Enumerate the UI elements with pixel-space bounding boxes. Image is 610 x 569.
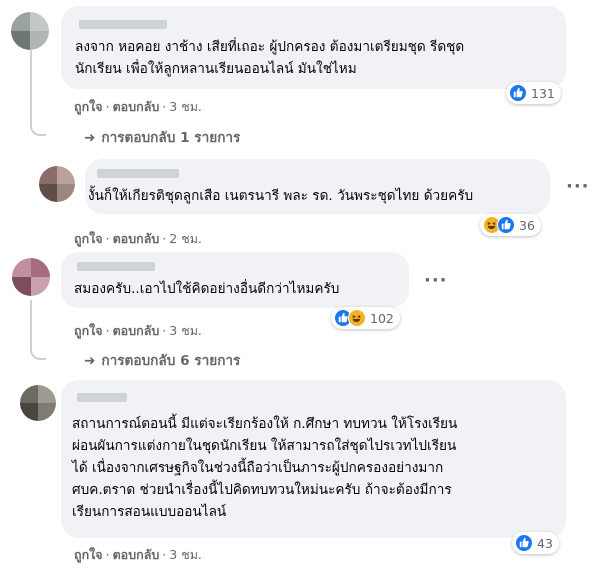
comment-bubble: สถานการณ์ตอนนี้ มีแต่จะเรียกร้องให้ ก.ศึ… xyxy=(61,380,566,538)
comment-bubble: ลงจาก หอคอย งาช้าง เสียที่เถอะ ผู้ปกครอง… xyxy=(61,6,566,89)
comment-actions: ถูกใจ · ตอบกลับ · 3 ชม. xyxy=(74,323,202,338)
like-link[interactable]: ถูกใจ xyxy=(74,323,103,338)
reaction-summary[interactable]: 36 xyxy=(480,214,541,236)
thumbs-up-icon xyxy=(497,216,515,234)
timestamp[interactable]: 3 ชม. xyxy=(169,323,202,338)
thumbs-up-icon xyxy=(515,534,533,552)
comment-text: งั้นก็ให้เกียรติชุดลูกเสือ เนตรนารี พละ … xyxy=(88,188,474,204)
more-horizontal-icon[interactable]: ··· xyxy=(566,176,590,197)
reply-arrow-icon: ➜ xyxy=(84,130,96,146)
author-name[interactable] xyxy=(79,20,167,29)
timestamp[interactable]: 3 ชม. xyxy=(169,99,202,114)
reaction-count: 102 xyxy=(370,310,394,326)
reply-link[interactable]: ตอบกลับ xyxy=(113,231,160,246)
more-horizontal-icon[interactable]: ··· xyxy=(424,270,448,291)
like-link[interactable]: ถูกใจ xyxy=(74,99,103,114)
avatar[interactable] xyxy=(11,12,49,50)
laughing-face-icon xyxy=(348,309,366,327)
avatar[interactable] xyxy=(20,385,56,421)
comment-bubble: สมองครับ..เอาไปใช้คิดอย่างอื่นดีกว่าไหมค… xyxy=(61,252,409,308)
thread-line xyxy=(30,300,32,340)
comment-text: ลงจาก หอคอย งาช้าง เสียที่เถอะ ผู้ปกครอง… xyxy=(75,39,465,77)
thread-line xyxy=(30,110,46,136)
avatar[interactable] xyxy=(39,166,75,202)
reaction-count: 43 xyxy=(537,535,553,551)
reply-link[interactable]: ตอบกลับ xyxy=(113,547,160,562)
reaction-summary[interactable]: 43 xyxy=(512,532,559,554)
comment-text: สมองครับ..เอาไปใช้คิดอย่างอื่นดีกว่าไหมค… xyxy=(74,281,340,297)
reaction-count: 36 xyxy=(519,217,535,233)
comment-actions: ถูกใจ · ตอบกลับ · 3 ชม. xyxy=(74,99,202,114)
timestamp[interactable]: 2 ชม. xyxy=(169,231,202,246)
avatar[interactable] xyxy=(12,258,50,296)
thumbs-up-icon xyxy=(509,84,527,102)
comment-actions: ถูกใจ · ตอบกลับ · 3 ชม. xyxy=(74,547,202,562)
author-name[interactable] xyxy=(97,169,179,178)
author-name[interactable] xyxy=(77,393,127,402)
reaction-summary[interactable]: 102 xyxy=(331,307,400,329)
reaction-summary[interactable]: 131 xyxy=(506,82,561,104)
reply-arrow-icon: ➜ xyxy=(84,353,96,369)
view-replies-link[interactable]: ➜ การตอบกลับ 1 รายการ xyxy=(84,126,240,148)
like-link[interactable]: ถูกใจ xyxy=(74,231,103,246)
reply-link[interactable]: ตอบกลับ xyxy=(113,99,160,114)
like-link[interactable]: ถูกใจ xyxy=(74,547,103,562)
comment-text: สถานการณ์ตอนนี้ มีแต่จะเรียกร้องให้ ก.ศึ… xyxy=(72,416,458,520)
reaction-count: 131 xyxy=(531,85,555,101)
thread-line xyxy=(30,336,46,360)
comment-actions: ถูกใจ · ตอบกลับ · 2 ชม. xyxy=(74,231,202,246)
timestamp[interactable]: 3 ชม. xyxy=(169,547,202,562)
comment-bubble: งั้นก็ให้เกียรติชุดลูกเสือ เนตรนารี พละ … xyxy=(85,159,550,214)
author-name[interactable] xyxy=(77,262,155,271)
reply-link[interactable]: ตอบกลับ xyxy=(113,323,160,338)
view-replies-link[interactable]: ➜ การตอบกลับ 6 รายการ xyxy=(84,349,240,371)
